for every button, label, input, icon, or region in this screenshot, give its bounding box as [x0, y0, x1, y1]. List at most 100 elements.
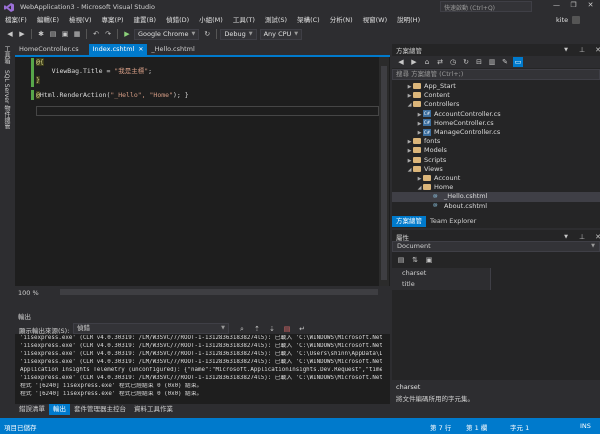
tab-team-explorer[interactable]: Team Explorer	[426, 216, 480, 227]
output-source-dropdown[interactable]: 偵錯 ▼	[73, 323, 229, 334]
tree-item[interactable]: @ About.cshtml	[392, 202, 600, 211]
tree-item[interactable]: ▶ C# AccountController.cs	[392, 110, 600, 119]
toolbar-separator	[31, 29, 32, 39]
tree-item[interactable]: ▶ Account	[392, 174, 600, 183]
properties-object-dropdown[interactable]: Document ▼	[392, 241, 600, 252]
menu-debug[interactable]: 偵錯(D)	[161, 14, 194, 27]
menu-analyze[interactable]: 分析(N)	[325, 14, 358, 27]
property-row-title[interactable]: title	[392, 279, 600, 290]
tree-item[interactable]: ◢ Controllers	[392, 100, 600, 109]
tab-solution-explorer[interactable]: 方案總管	[392, 216, 426, 227]
show-all-files-icon[interactable]: ▥	[487, 57, 497, 67]
property-row-charset[interactable]: charset	[392, 268, 600, 279]
menu-window[interactable]: 視窗(W)	[358, 14, 393, 27]
menu-file[interactable]: 檔案(F)	[0, 14, 32, 27]
pin-icon[interactable]: ⊥	[577, 45, 587, 55]
menu-edit[interactable]: 編輯(E)	[32, 14, 64, 27]
back-icon[interactable]: ◀	[5, 29, 15, 39]
tab-hello-cshtml[interactable]: _Hello.cshtml	[147, 44, 198, 55]
save-all-icon[interactable]: ▦	[72, 29, 82, 39]
editor-scroll-thumb[interactable]	[381, 66, 387, 280]
tree-item[interactable]: ▶ Models	[392, 146, 600, 155]
property-pages-icon[interactable]: ▣	[424, 255, 434, 265]
folder-icon	[423, 184, 431, 191]
tab-output[interactable]: 輸出	[49, 404, 70, 415]
menu-tools[interactable]: 工具(T)	[228, 14, 260, 27]
sync-icon[interactable]: ⇄	[435, 57, 445, 67]
output-line: 程式 '[6240] iisexpress.exe' 程式已經結束 0 (0x0…	[20, 391, 203, 397]
menu-build[interactable]: 建置(B)	[129, 14, 162, 27]
close-tab-icon[interactable]: ✕	[138, 44, 143, 55]
properties-icon[interactable]: ✎	[500, 57, 510, 67]
word-wrap-icon[interactable]: ↵	[297, 324, 307, 334]
solution-explorer-search[interactable]: 搜尋 方案總管 (Ctrl+;)	[392, 69, 600, 80]
find-icon[interactable]: ⌕	[237, 324, 247, 334]
tree-item[interactable]: @ _Hello.cshtml	[392, 192, 600, 202]
output-line: 'iisexpress.exe' (CLR v4.0.30319: /LM/W3…	[20, 335, 382, 341]
properties-toolbar: ▤ ⇅ ▣	[392, 254, 600, 266]
alphabetical-icon[interactable]: ⇅	[410, 255, 420, 265]
tab-data-tools-operations[interactable]: 資料工具作業	[130, 404, 177, 415]
output-line: 'iisexpress.exe' (CLR v4.0.30319: /LM/W3…	[20, 343, 382, 349]
minimize-button[interactable]: —	[548, 1, 565, 9]
save-icon[interactable]: ▣	[60, 29, 70, 39]
clear-all-icon[interactable]: ▤	[282, 324, 292, 334]
new-project-icon[interactable]: ✱	[36, 29, 46, 39]
tree-item[interactable]: ◢ Home	[392, 183, 600, 192]
tab-package-manager-console[interactable]: 套件管理器主控台	[70, 404, 130, 415]
forward-icon[interactable]: ▶	[17, 29, 27, 39]
menu-help[interactable]: 說明(H)	[392, 14, 425, 27]
quick-launch-input[interactable]: 快速啟動 (Ctrl+Q)	[440, 1, 532, 12]
tab-homecontroller[interactable]: HomeController.cs	[15, 44, 83, 55]
maximize-button[interactable]: ❐	[565, 1, 582, 9]
folder-icon	[413, 92, 421, 99]
tree-item[interactable]: ▶ App_Start	[392, 82, 600, 91]
start-debug-icon[interactable]: ▶	[122, 29, 132, 39]
tree-item[interactable]: ▶ Content	[392, 91, 600, 100]
tree-item[interactable]: ▶ fonts	[392, 137, 600, 146]
tab-index-cshtml[interactable]: Index.cshtml ✕	[88, 44, 148, 55]
redo-icon[interactable]: ↷	[103, 29, 113, 39]
close-button[interactable]: ✕	[582, 1, 599, 9]
refresh-icon[interactable]: ↻	[202, 29, 212, 39]
platform-dropdown[interactable]: Any CPU ▼	[259, 28, 303, 40]
history-icon[interactable]: ◷	[448, 57, 458, 67]
toolbox-tab[interactable]: 工具箱	[0, 43, 13, 67]
editor-horizontal-scrollbar[interactable]	[60, 289, 378, 295]
menu-test[interactable]: 測試(S)	[260, 14, 292, 27]
menu-bar: 檔案(F) 編輯(E) 檢視(V) 專案(P) 建置(B) 偵錯(D) 小組(M…	[0, 14, 600, 27]
tree-item[interactable]: ▶ Scripts	[392, 156, 600, 165]
back-icon[interactable]: ◀	[396, 57, 406, 67]
undo-icon[interactable]: ↶	[91, 29, 101, 39]
sql-server-explorer-tab[interactable]: SQL Server 物件總管	[0, 67, 13, 132]
categorized-icon[interactable]: ▤	[396, 255, 406, 265]
property-value[interactable]	[490, 279, 600, 290]
home-icon[interactable]: ⌂	[422, 57, 432, 67]
browser-dropdown[interactable]: Google Chrome ▼	[134, 28, 200, 40]
menu-view[interactable]: 檢視(V)	[64, 14, 97, 27]
chevron-down-icon[interactable]: ▼	[561, 45, 571, 55]
code-text: ;	[148, 67, 153, 75]
forward-icon[interactable]: ▶	[409, 57, 419, 67]
user-account[interactable]: kite	[556, 16, 581, 24]
refresh-icon[interactable]: ↻	[461, 57, 471, 67]
tree-item[interactable]: ▶ C# ManageController.cs	[392, 128, 600, 137]
tree-item-label: App_Start	[424, 82, 456, 90]
open-file-icon[interactable]: ▤	[48, 29, 58, 39]
zoom-level[interactable]: 100 %	[18, 289, 39, 297]
prev-message-icon[interactable]: ⇡	[252, 324, 262, 334]
collapse-all-icon[interactable]: ⊟	[474, 57, 484, 67]
close-icon[interactable]: ✕	[593, 45, 600, 55]
left-tool-strip: 工具箱 SQL Server 物件總管	[0, 41, 15, 418]
preview-icon[interactable]: ▭	[513, 57, 523, 67]
tree-item[interactable]: ▶ C# HomeController.cs	[392, 119, 600, 128]
configuration-dropdown[interactable]: Debug ▼	[220, 28, 257, 40]
property-value[interactable]	[490, 268, 600, 279]
next-message-icon[interactable]: ⇣	[267, 324, 277, 334]
tab-error-list[interactable]: 錯誤清單	[15, 404, 49, 415]
menu-project[interactable]: 專案(P)	[97, 14, 129, 27]
tree-item[interactable]: ◢ Views	[392, 165, 600, 174]
menu-team[interactable]: 小組(M)	[194, 14, 228, 27]
menu-architecture[interactable]: 架構(C)	[292, 14, 325, 27]
folder-icon	[413, 165, 421, 172]
